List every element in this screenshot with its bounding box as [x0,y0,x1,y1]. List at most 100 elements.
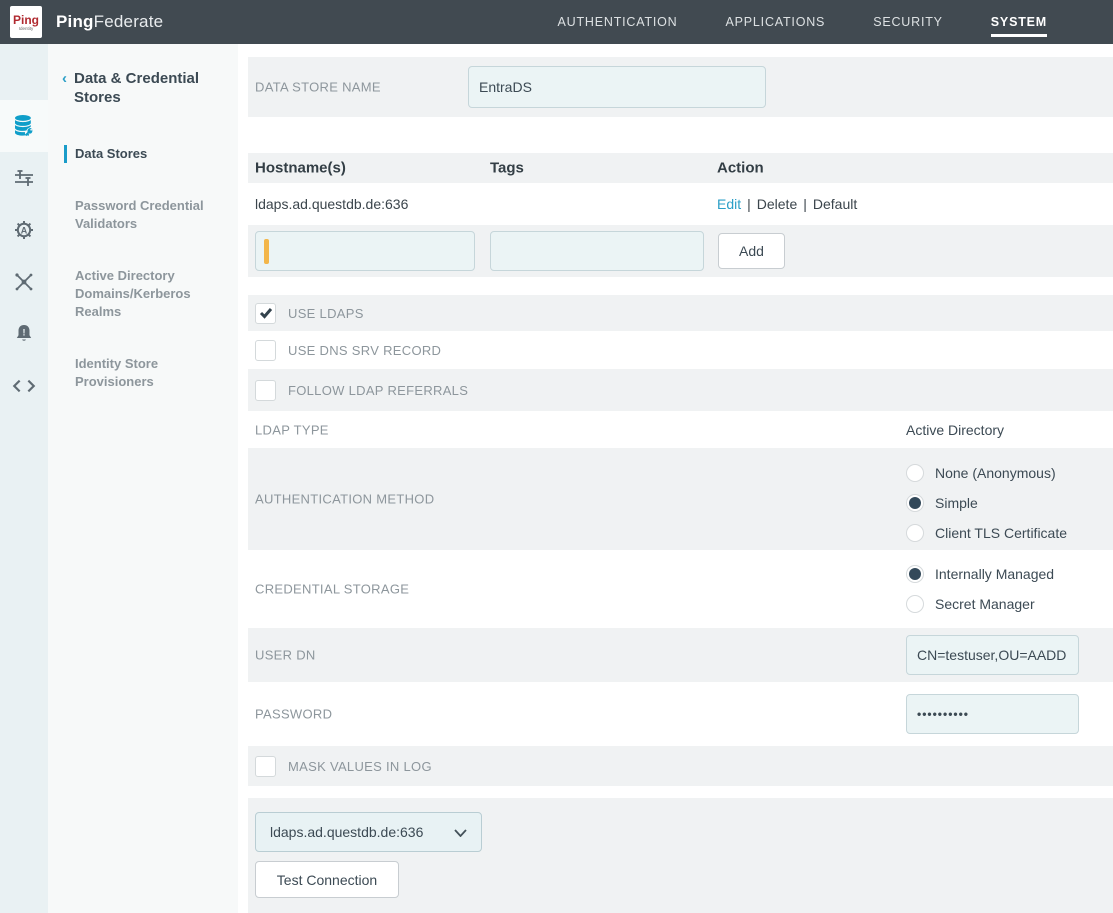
mask-values-label: MASK VALUES IN LOG [288,759,432,774]
follow-ldap-referrals-checkbox[interactable] [255,380,276,401]
use-dns-srv-label: USE DNS SRV RECORD [288,343,441,358]
delete-link[interactable]: Delete [757,196,797,212]
tags-column-header: Tags [490,160,524,177]
test-hostname-select[interactable]: ldaps.ad.questdb.de:636 [255,812,482,852]
sidebar-items: Data Stores Password Credential Validato… [64,145,238,391]
ping-identity-logo[interactable]: Ping Identity [10,6,42,38]
code-brackets-icon [11,373,37,399]
nav-applications[interactable]: APPLICATIONS [726,15,826,29]
radio-row-simple: Simple [906,488,1067,518]
action-column-header: Action [717,160,764,177]
top-navigation-bar: Ping Identity PingFederate AUTHENTICATIO… [0,0,1113,44]
credential-storage-options: Internally Managed Secret Manager [906,559,1054,619]
mask-values-row: MASK VALUES IN LOG [248,746,1113,786]
new-tags-input[interactable] [490,231,704,271]
sidebar-back-header[interactable]: ‹ Data & Credential Stores [62,69,224,107]
nav-authentication[interactable]: AUTHENTICATION [558,15,678,29]
action-separator: | [803,196,807,212]
chevron-down-icon [454,824,467,840]
radio-row-internally-managed: Internally Managed [906,559,1054,589]
product-title: PingFederate [56,12,163,32]
bell-alert-icon: ! [12,322,36,346]
pingfederate-admin-screen: Ping Identity PingFederate AUTHENTICATIO… [0,0,1113,913]
sidebar-item-ad-domains-kerberos-realms[interactable]: Active Directory Domains/Kerberos Realms [64,267,216,321]
ldap-type-label: LDAP TYPE [255,422,329,437]
rail-spacer [0,44,48,100]
client-tls-radio[interactable] [906,524,924,542]
password-label: PASSWORD [255,707,332,722]
authentication-method-options: None (Anonymous) Simple Client TLS Certi… [906,458,1067,548]
use-ldaps-checkbox[interactable] [255,303,276,324]
use-dns-srv-checkbox[interactable] [255,340,276,361]
credential-storage-row: CREDENTIAL STORAGE Internally Managed Se… [248,550,1113,628]
rail-item-code[interactable] [0,360,48,412]
svg-text:!: ! [23,328,26,338]
sliders-icon [12,166,36,190]
use-dns-srv-row: USE DNS SRV RECORD [248,331,1113,369]
main-nav: AUTHENTICATION APPLICATIONS SECURITY SYS… [558,15,1047,29]
user-dn-label: USER DN [255,648,316,663]
section-sidebar: ‹ Data & Credential Stores Data Stores P… [48,44,238,913]
rail-item-alerts[interactable]: ! [0,308,48,360]
radio-row-none-anonymous: None (Anonymous) [906,458,1067,488]
logo-text: Ping [13,14,39,26]
default-link[interactable]: Default [813,196,857,212]
password-row: PASSWORD [248,682,1113,746]
data-store-name-row: DATA STORE NAME [248,57,1113,117]
ldap-type-value: Active Directory [906,422,1004,438]
data-store-name-input[interactable] [468,66,766,108]
credential-storage-label: CREDENTIAL STORAGE [255,582,409,597]
nav-system[interactable]: SYSTEM [991,15,1047,29]
secret-manager-label: Secret Manager [935,596,1035,612]
none-anonymous-label: None (Anonymous) [935,465,1056,481]
use-ldaps-row: USE LDAPS [248,295,1113,331]
authentication-method-label: AUTHENTICATION METHOD [255,492,434,507]
back-chevron-icon: ‹ [62,69,67,107]
logo-subtext: Identity [19,26,34,31]
data-store-name-label: DATA STORE NAME [255,80,381,95]
edit-link[interactable]: Edit [717,196,741,212]
follow-ldap-referrals-row: FOLLOW LDAP REFERRALS [248,369,1113,411]
hostnames-table-header: Hostname(s) Tags Action [248,153,1113,183]
nav-security[interactable]: SECURITY [873,15,943,29]
none-anonymous-radio[interactable] [906,464,924,482]
secret-manager-radio[interactable] [906,595,924,613]
radio-row-client-tls: Client TLS Certificate [906,518,1067,548]
simple-label: Simple [935,495,978,511]
action-separator: | [747,196,751,212]
radio-row-secret-manager: Secret Manager [906,589,1054,619]
test-hostname-selected-value: ldaps.ad.questdb.de:636 [270,824,423,840]
test-connection-button[interactable]: Test Connection [255,861,399,898]
authentication-method-row: AUTHENTICATION METHOD None (Anonymous) S… [248,448,1113,550]
rail-item-sliders[interactable] [0,152,48,204]
password-input[interactable] [906,694,1079,734]
hostname-actions: Edit | Delete | Default [717,196,857,212]
new-hostname-input[interactable] [255,231,475,271]
internally-managed-radio[interactable] [906,565,924,583]
follow-ldap-referrals-label: FOLLOW LDAP REFERRALS [288,383,468,398]
user-dn-row: USER DN [248,628,1113,682]
database-key-icon [11,113,37,139]
data-store-form: DATA STORE NAME Hostname(s) Tags Action … [238,44,1113,913]
product-title-light: Federate [94,12,164,31]
gear-a-icon: A [12,218,36,242]
sidebar-title: Data & Credential Stores [74,69,224,107]
rail-item-tools[interactable] [0,256,48,308]
hostname-value: ldaps.ad.questdb.de:636 [255,196,408,212]
use-ldaps-label: USE LDAPS [288,306,364,321]
sidebar-item-password-credential-validators[interactable]: Password Credential Validators [64,197,216,233]
mask-values-checkbox[interactable] [255,756,276,777]
add-hostname-button[interactable]: Add [718,233,785,269]
text-cursor [264,239,269,264]
hostname-table-row: ldaps.ad.questdb.de:636 Edit | Delete | Defa… [248,183,1113,225]
sidebar-item-data-stores[interactable]: Data Stores [64,145,216,163]
product-title-bold: Ping [56,12,94,31]
rail-item-data-stores[interactable] [0,100,48,152]
client-tls-label: Client TLS Certificate [935,525,1067,541]
sidebar-item-identity-store-provisioners[interactable]: Identity Store Provisioners [64,355,216,391]
user-dn-input[interactable] [906,635,1079,675]
internally-managed-label: Internally Managed [935,566,1054,582]
simple-radio[interactable] [906,494,924,512]
rail-item-gear[interactable]: A [0,204,48,256]
add-hostname-row: Add [248,225,1113,277]
